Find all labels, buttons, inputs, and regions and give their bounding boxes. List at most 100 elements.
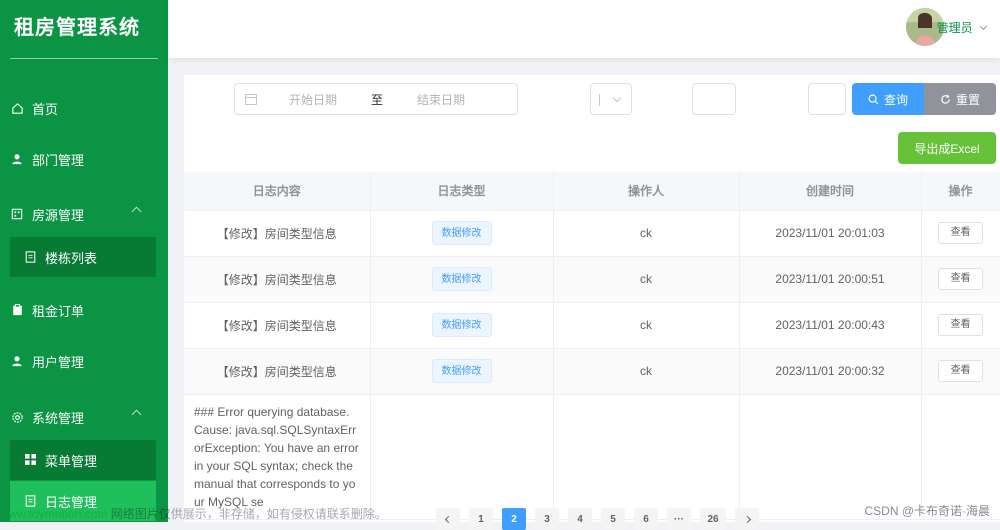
sidebar-item-system[interactable]: 系统管理: [0, 394, 168, 440]
action-cell: 查看: [921, 210, 1000, 257]
sidebar-item-label: 租金订单: [32, 303, 85, 319]
watermark-notice: 网络图片仅供展示，非存储，如有侵权请联系删除。: [110, 507, 387, 521]
view-button[interactable]: 查看: [938, 222, 983, 244]
view-button[interactable]: 查看: [938, 268, 983, 290]
sidebar-item-users[interactable]: 用户管理: [0, 338, 168, 384]
page-button[interactable]: 6: [634, 508, 658, 530]
app-title: 租房管理系统: [14, 17, 140, 39]
prev-page-button[interactable]: [436, 508, 460, 530]
user-icon: [10, 152, 24, 166]
action-cell: 查看: [921, 348, 1000, 395]
chevron-up-icon: [131, 206, 142, 217]
building-icon: [10, 207, 24, 221]
chevron-right-icon: [743, 515, 751, 523]
table-header-row: 日志内容 日志类型 操作人 创建时间 操作: [184, 172, 1000, 211]
empty-cell: [370, 394, 554, 520]
date-range-picker[interactable]: 开始日期 至 结束日期: [234, 83, 518, 115]
sidebar-item-menu-management[interactable]: 菜单管理: [10, 440, 156, 480]
empty-cell: [739, 394, 922, 520]
top-bar: 管理员: [168, 0, 1000, 58]
log-content: 【修改】房间类型信息: [184, 210, 371, 257]
page-button[interactable]: 1: [469, 508, 493, 530]
log-content: 【修改】房间类型信息: [184, 302, 371, 349]
csdn-credit: CSDN @卡布奇诺·海晨: [864, 504, 990, 518]
operator-input[interactable]: [692, 83, 736, 115]
more-pages-button[interactable]: ···: [667, 508, 691, 530]
log-content: 【修改】房间类型信息: [184, 256, 371, 303]
calendar-icon: [245, 93, 257, 105]
table-row: 【修改】房间类型信息 数据修改 ck 2023/11/01 20:01:03 查…: [184, 210, 1000, 257]
divider: [10, 58, 158, 59]
page-button-current[interactable]: 2: [502, 508, 526, 530]
log-type-tag: 数据修改: [431, 267, 492, 291]
created-time: 2023/11/01 20:01:03: [739, 210, 922, 257]
operator: ck: [553, 348, 740, 395]
empty-cell: [921, 394, 1000, 520]
log-type-cell: 数据修改: [370, 348, 554, 395]
sidebar-item-label: 用户管理: [32, 354, 85, 370]
log-type-tag: 数据修改: [431, 313, 492, 337]
page-button[interactable]: 26: [700, 508, 726, 530]
clipboard-icon: [10, 303, 24, 317]
table-row: 【修改】房间类型信息 数据修改 ck 2023/11/01 20:00:51 查…: [184, 256, 1000, 303]
select-cursor: [599, 94, 600, 106]
created-time: 2023/11/01 20:00:51: [739, 256, 922, 303]
operator: ck: [553, 210, 740, 257]
action-cell: 查看: [921, 256, 1000, 303]
page-button[interactable]: 5: [601, 508, 625, 530]
chevron-up-icon: [131, 409, 142, 420]
table-row: 【修改】房间类型信息 数据修改 ck 2023/11/01 20:00:43 查…: [184, 302, 1000, 349]
main-content: 开始日期 至 结束日期 查询 重置 导出成Excel 日志内容 日志类型 操作人…: [184, 75, 1000, 522]
log-type-tag: 数据修改: [431, 359, 492, 383]
sidebar-item-label: 部门管理: [32, 152, 85, 168]
user-icon: [10, 354, 24, 368]
sidebar-item-building-list[interactable]: 楼栋列表: [10, 237, 156, 277]
sidebar-item-housing[interactable]: 房源管理: [0, 191, 168, 237]
column-header: 创建时间: [739, 172, 922, 211]
log-type-cell: 数据修改: [370, 302, 554, 349]
chevron-left-icon: [444, 515, 452, 523]
page-button[interactable]: 3: [535, 508, 559, 530]
query-button[interactable]: 查询: [852, 83, 924, 115]
sidebar-item-label: 菜单管理: [45, 453, 98, 469]
page-button[interactable]: 4: [568, 508, 592, 530]
refresh-icon: [940, 94, 951, 105]
column-header: 操作: [921, 172, 1000, 211]
user-menu[interactable]: 管理员: [937, 19, 988, 36]
chevron-down-icon: [612, 93, 622, 103]
sidebar-item-label: 首页: [32, 101, 59, 117]
watermark: www.toymoban.com 网络图片仅供展示，非存储，如有侵权请联系删除。: [0, 505, 387, 522]
keyword-input[interactable]: [808, 83, 846, 115]
created-time: 2023/11/01 20:00:43: [739, 302, 922, 349]
operator: ck: [553, 302, 740, 349]
column-header: 日志类型: [370, 172, 554, 211]
gear-icon: [10, 410, 24, 424]
date-separator: 至: [371, 92, 384, 107]
column-header: 操作人: [553, 172, 740, 211]
table-row: 【修改】房间类型信息 数据修改 ck 2023/11/01 20:00:32 查…: [184, 348, 1000, 395]
operator: ck: [553, 256, 740, 303]
end-date-input[interactable]: 结束日期: [417, 91, 465, 108]
start-date-input[interactable]: 开始日期: [289, 91, 337, 108]
sidebar-item-label: 楼栋列表: [45, 250, 98, 266]
next-page-button[interactable]: [735, 508, 759, 530]
table-row: ### Error querying database. Cause: java…: [184, 394, 1000, 520]
document-icon: [25, 251, 37, 263]
reset-button[interactable]: 重置: [924, 83, 996, 115]
sidebar: 租房管理系统 首页 部门管理 房源管理 楼栋列表 租金订单 用户管理 系统管理 …: [0, 0, 168, 522]
log-content: 【修改】房间类型信息: [184, 348, 371, 395]
view-button[interactable]: 查看: [938, 360, 983, 382]
view-button[interactable]: 查看: [938, 314, 983, 336]
sidebar-item-home[interactable]: 首页: [0, 85, 168, 131]
home-icon: [10, 101, 24, 115]
sidebar-item-department[interactable]: 部门管理: [0, 136, 168, 182]
export-excel-button[interactable]: 导出成Excel: [898, 132, 996, 164]
grid-icon: [25, 454, 37, 466]
empty-cell: [553, 394, 740, 520]
sidebar-item-label: 系统管理: [32, 410, 85, 426]
log-type-select[interactable]: [590, 83, 632, 115]
sidebar-item-label: 房源管理: [32, 207, 85, 223]
sidebar-item-rent-orders[interactable]: 租金订单: [0, 287, 168, 333]
log-type-cell: 数据修改: [370, 210, 554, 257]
chevron-down-icon: [979, 22, 988, 31]
